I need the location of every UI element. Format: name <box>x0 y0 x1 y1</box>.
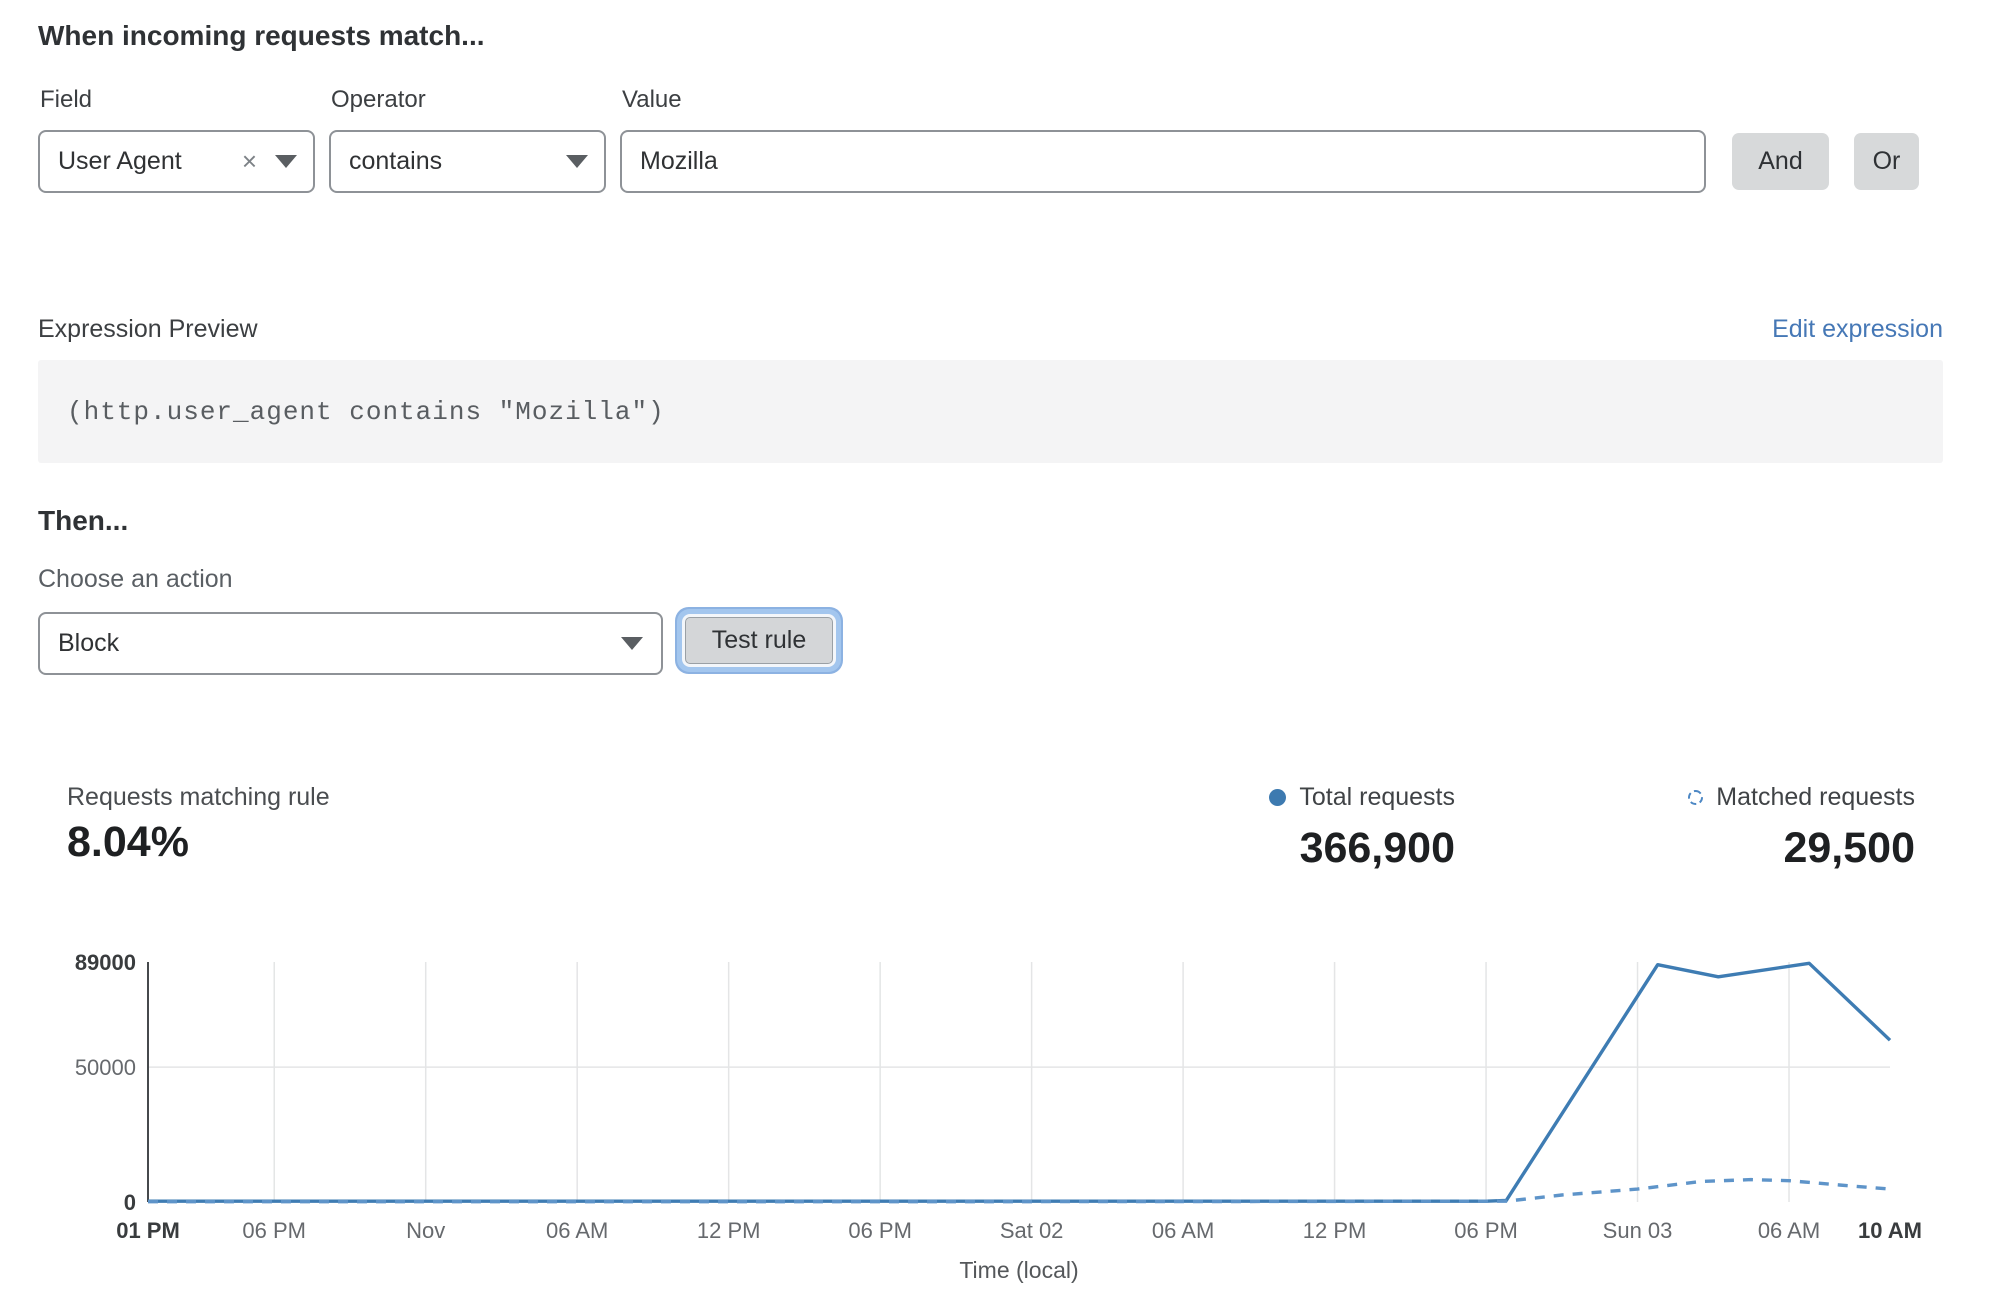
requests-chart: 0 50000 89000 01 PM 06 PM Nov 06 AM 12 PM 06 PM S… <box>0 930 1999 1292</box>
x-tick-label: 12 PM <box>697 1218 761 1243</box>
x-tick-label: 06 PM <box>848 1218 912 1243</box>
field-label: Field <box>40 86 92 114</box>
x-tick-label: Sat 02 <box>1000 1218 1064 1243</box>
expression-preview-box: (http.user_agent contains "Mozilla") <box>38 360 1943 463</box>
legend-matched-requests: Matched requests 29,500 <box>1688 783 1915 873</box>
chevron-down-icon <box>621 637 643 650</box>
x-tick-label: 06 AM <box>1758 1218 1820 1243</box>
x-tick-label: 06 PM <box>242 1218 306 1243</box>
legend-total-requests: Total requests 366,900 <box>1269 783 1455 873</box>
requests-matching-value: 8.04% <box>67 818 189 867</box>
operator-label: Operator <box>331 86 426 114</box>
action-select[interactable]: Block <box>38 612 663 675</box>
chevron-down-icon <box>275 155 297 168</box>
y-tick-label: 89000 <box>75 950 136 975</box>
total-requests-value: 366,900 <box>1269 824 1455 873</box>
field-select-value: User Agent <box>58 147 242 176</box>
and-button[interactable]: And <box>1732 133 1829 190</box>
x-axis-title: Time (local) <box>959 1257 1078 1283</box>
x-tick-label: 06 AM <box>1152 1218 1214 1243</box>
edit-expression-link[interactable]: Edit expression <box>1772 315 1943 344</box>
value-input[interactable] <box>640 147 1686 176</box>
total-requests-dot-icon <box>1269 789 1286 806</box>
action-select-value: Block <box>58 629 621 658</box>
matched-requests-circle-icon <box>1688 790 1703 805</box>
or-button[interactable]: Or <box>1854 133 1919 190</box>
x-tick-label: 10 AM <box>1858 1218 1922 1243</box>
total-requests-label: Total requests <box>1299 783 1455 812</box>
page-title: When incoming requests match... <box>38 20 485 52</box>
chevron-down-icon <box>566 155 588 168</box>
y-tick-label: 0 <box>124 1190 136 1215</box>
expression-code: (http.user_agent contains "Mozilla") <box>67 397 665 427</box>
x-tick-label: 01 PM <box>116 1218 180 1243</box>
x-tick-label: 06 PM <box>1454 1218 1518 1243</box>
matched-requests-label: Matched requests <box>1716 783 1915 812</box>
requests-matching-label: Requests matching rule <box>67 783 330 812</box>
remove-icon[interactable]: × <box>242 146 257 177</box>
firewall-rule-editor: When incoming requests match... Field Op… <box>0 0 1999 1295</box>
then-title: Then... <box>38 505 128 537</box>
matched-requests-line <box>148 1180 1890 1202</box>
choose-action-label: Choose an action <box>38 565 233 594</box>
operator-select[interactable]: contains <box>329 130 606 193</box>
x-tick-label: 12 PM <box>1303 1218 1367 1243</box>
total-requests-line <box>148 963 1890 1201</box>
value-input-box[interactable] <box>620 130 1706 193</box>
x-tick-label: Sun 03 <box>1603 1218 1673 1243</box>
y-tick-label: 50000 <box>75 1055 136 1080</box>
matched-requests-value: 29,500 <box>1688 824 1915 873</box>
requests-chart-svg: 0 50000 89000 01 PM 06 PM Nov 06 AM 12 PM 06 PM S… <box>0 930 1999 1292</box>
value-label: Value <box>622 86 682 114</box>
x-tick-label: Nov <box>406 1218 445 1243</box>
x-tick-label: 06 AM <box>546 1218 608 1243</box>
operator-select-value: contains <box>349 147 566 176</box>
test-rule-button[interactable]: Test rule <box>685 617 833 664</box>
field-select[interactable]: User Agent × <box>38 130 315 193</box>
expression-preview-label: Expression Preview <box>38 315 258 344</box>
